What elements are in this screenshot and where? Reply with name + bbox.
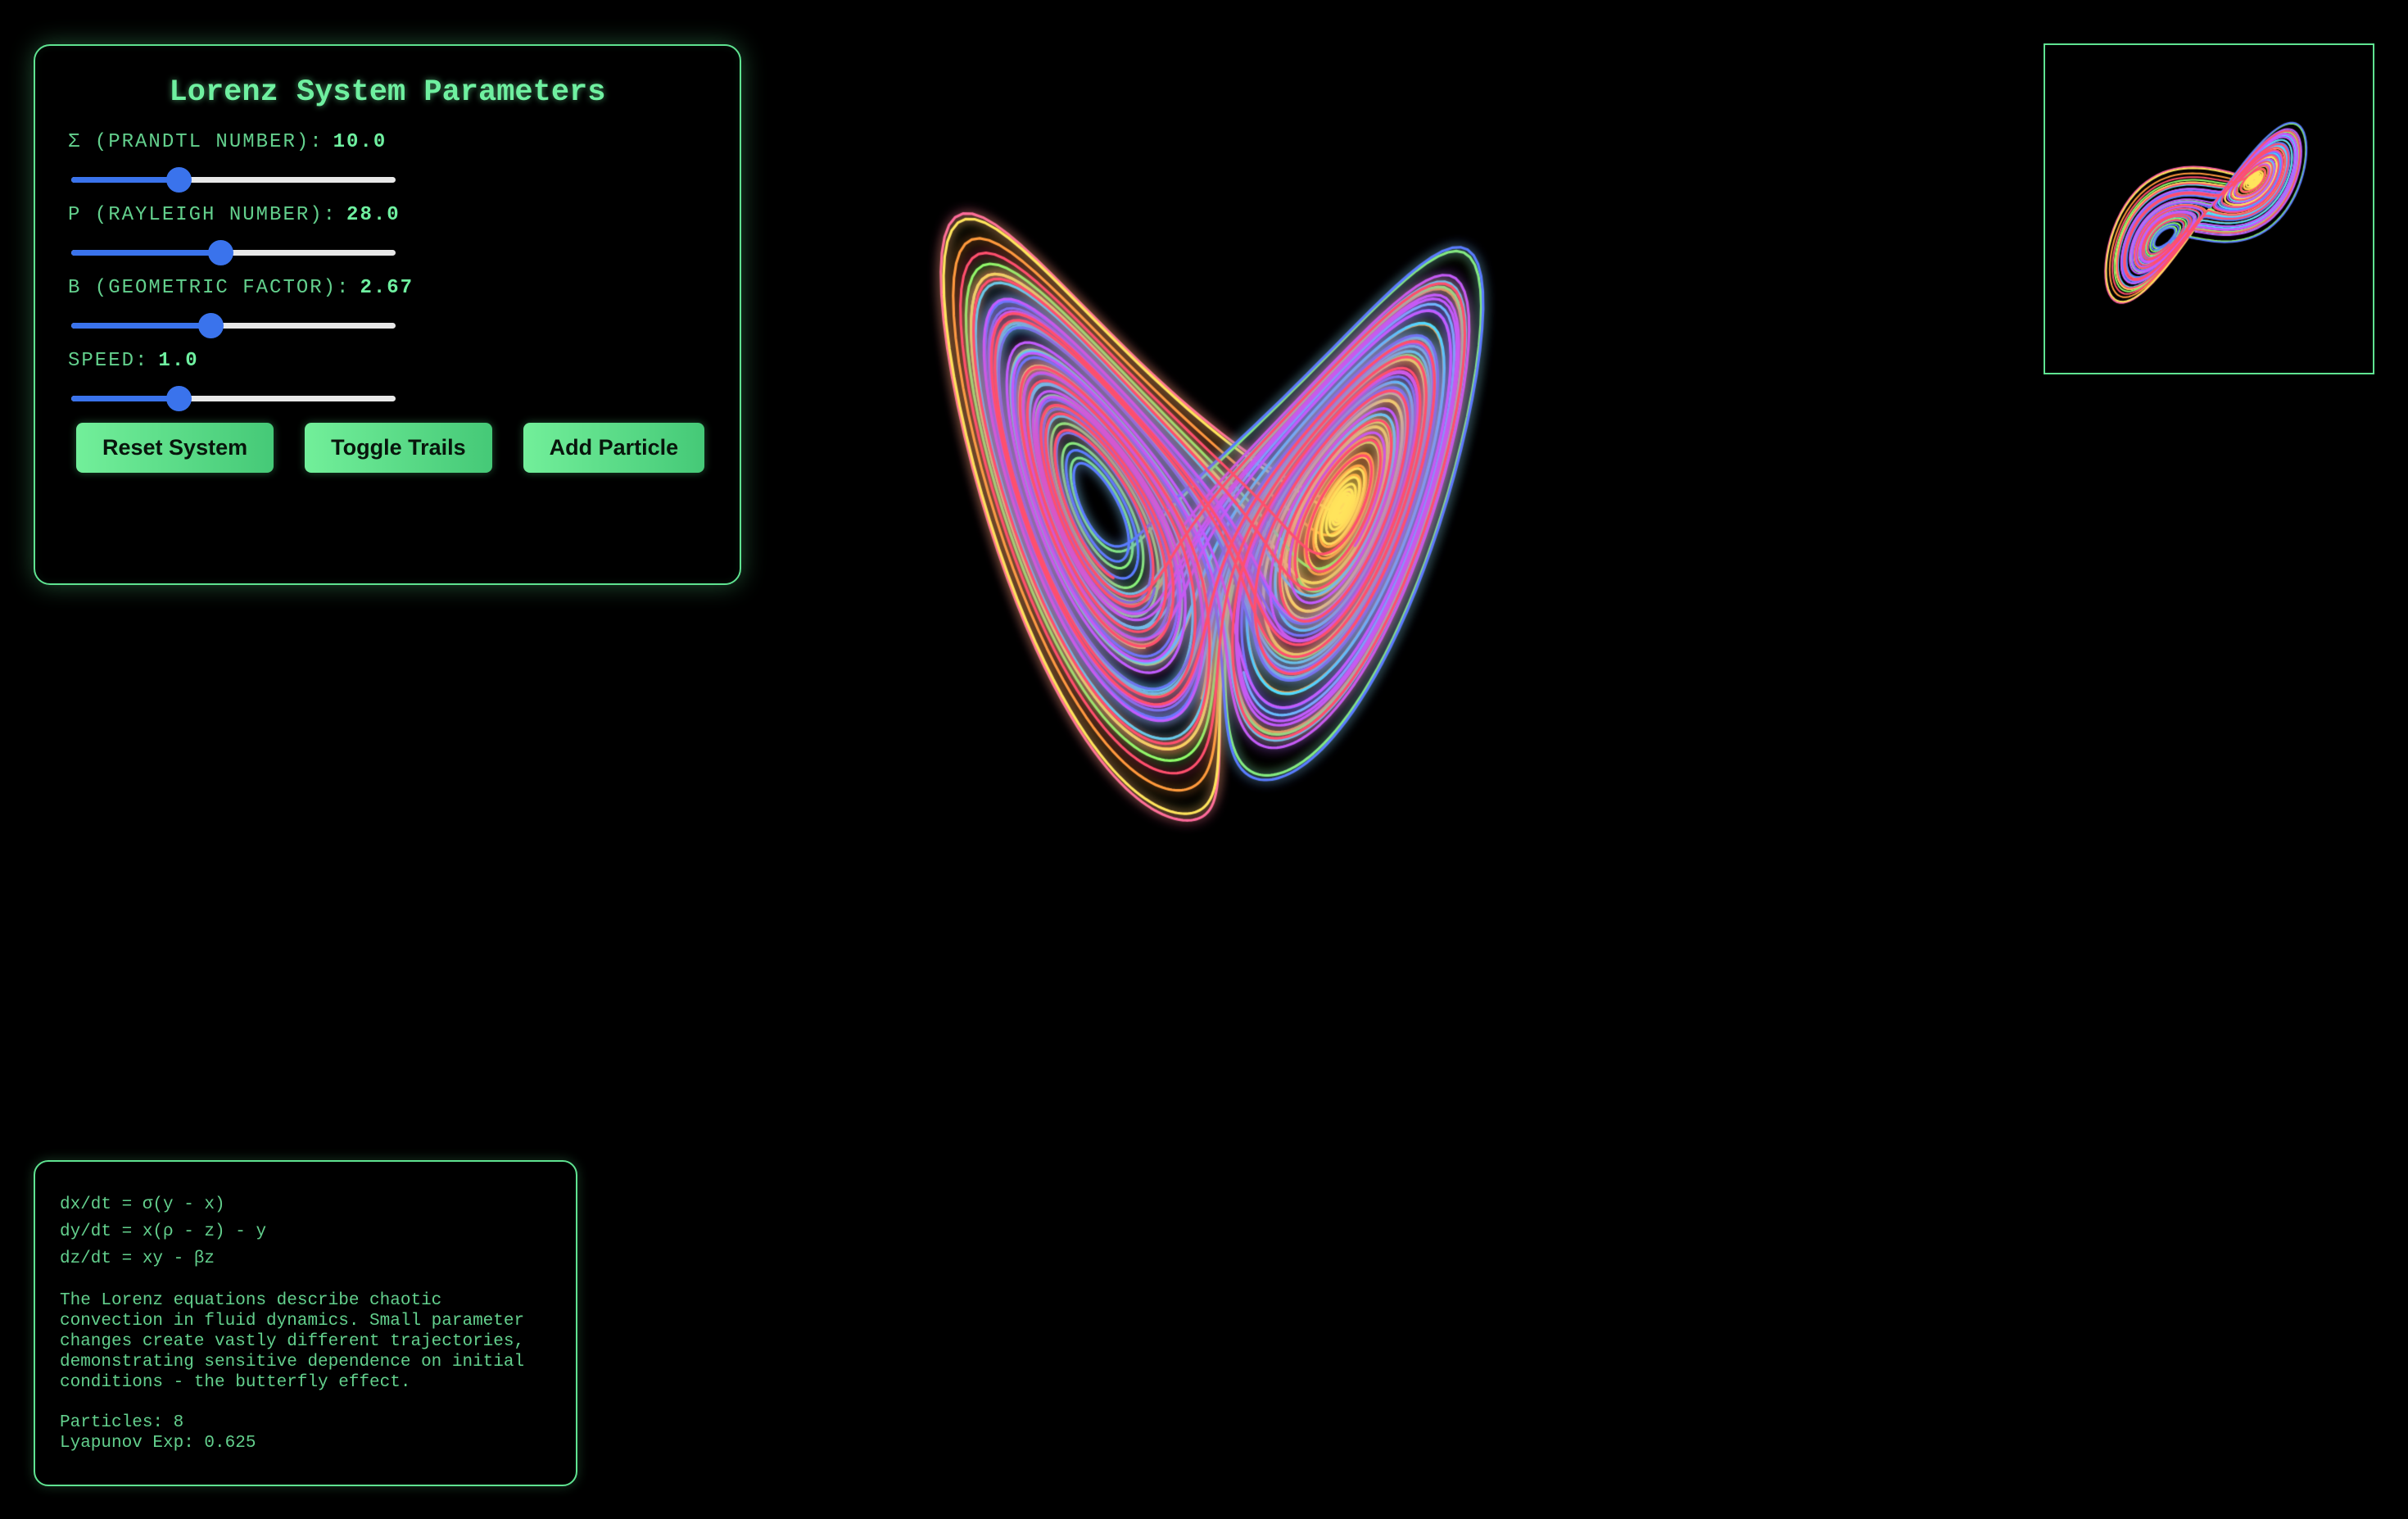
info-panel: dx/dt = σ(y - x) dy/dt = x(ρ - z) - y dz… [34,1160,577,1486]
rho-slider-fill [71,250,221,256]
param-sigma-label: Σ (PRANDTL NUMBER): [68,130,324,153]
parameter-control-panel: Lorenz System Parameters Σ (PRANDTL NUMB… [34,44,741,585]
param-speed-label: SPEED: [68,349,149,372]
equation-dx: dx/dt = σ(y - x) [60,1195,225,1214]
beta-slider-fill [71,323,211,329]
beta-slider[interactable] [71,313,396,338]
equation-dz: dz/dt = xy - βz [60,1249,215,1268]
button-row: Reset System Toggle Trails Add Particle [76,423,707,473]
description-text: The Lorenz equations describe chaotic co… [60,1291,525,1392]
sigma-slider[interactable] [71,167,396,193]
speed-slider-thumb[interactable] [165,386,192,411]
sigma-slider-thumb[interactable] [165,167,192,193]
param-speed: SPEED: 1.0 [68,347,707,411]
minimap-canvas [2045,45,2373,373]
param-speed-value: 1.0 [158,349,199,372]
equation-dy: dy/dt = x(ρ - z) - y [60,1222,267,1241]
param-beta: Β (GEOMETRIC FACTOR): 2.67 [68,274,707,338]
param-rho: Ρ (RAYLEIGH NUMBER): 28.0 [68,201,707,265]
lyapunov-exponent: Lyapunov Exp: 0.625 [60,1434,256,1453]
beta-slider-thumb[interactable] [198,313,224,338]
param-rho-value: 28.0 [346,203,401,226]
param-sigma-value: 10.0 [333,130,387,153]
simulation-stage: Lorenz System Parameters Σ (PRANDTL NUMB… [0,0,2408,1519]
speed-slider-fill [71,396,179,401]
speed-slider[interactable] [71,386,396,411]
param-beta-label: Β (GEOMETRIC FACTOR): [68,276,351,299]
panel-title: Lorenz System Parameters [169,75,606,110]
param-beta-value: 2.67 [360,276,414,299]
sigma-slider-fill [71,177,179,183]
add-particle-button[interactable]: Add Particle [523,423,705,473]
particle-count: Particles: 8 [60,1413,184,1432]
toggle-trails-button[interactable]: Toggle Trails [305,423,492,473]
param-sigma: Σ (PRANDTL NUMBER): 10.0 [68,128,707,193]
param-rho-label: Ρ (RAYLEIGH NUMBER): [68,203,337,226]
rho-slider[interactable] [71,240,396,265]
reset-system-button[interactable]: Reset System [76,423,274,473]
side-view-minimap [2044,43,2374,374]
rho-slider-thumb[interactable] [208,240,234,265]
